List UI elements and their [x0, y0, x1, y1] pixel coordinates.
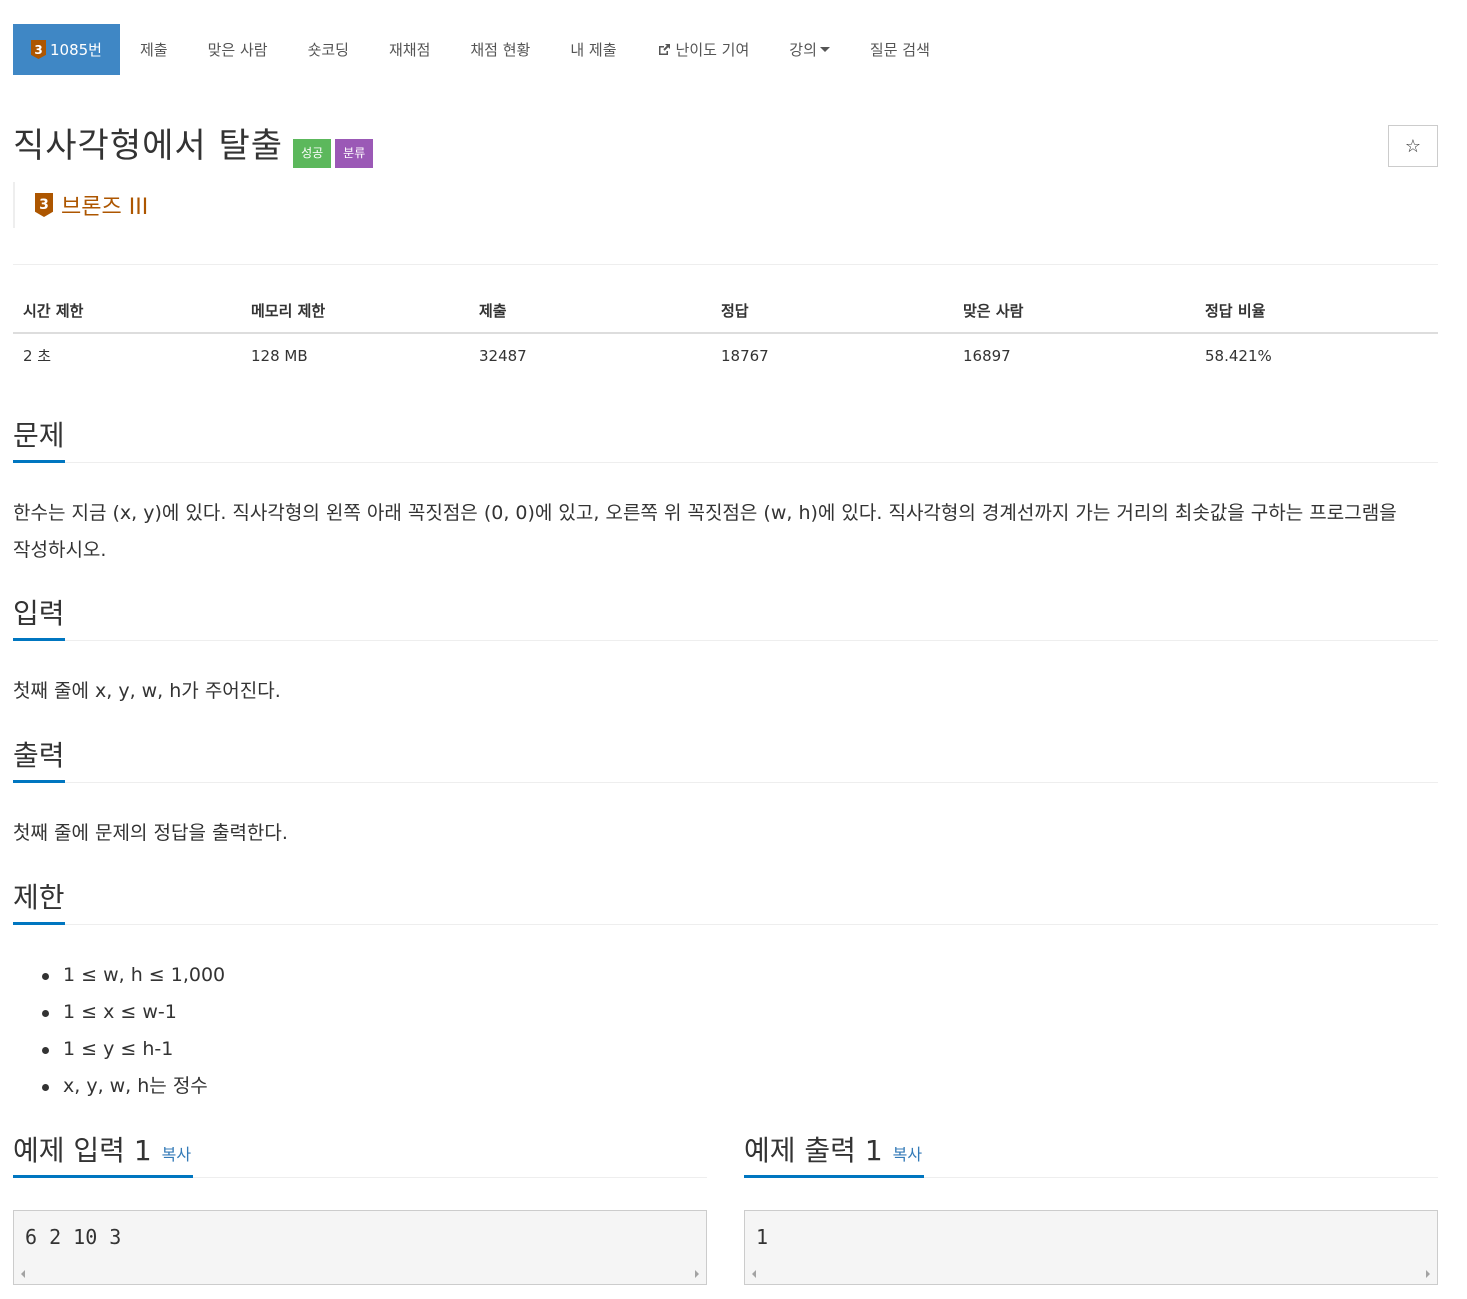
- horizontal-scrollbar[interactable]: [15, 1265, 705, 1283]
- title-row: 직사각형에서 탈출 성공 분류: [13, 124, 374, 168]
- nav-difficulty-contribution[interactable]: 난이도 기여: [637, 24, 770, 75]
- bronze-tier-icon: 3: [31, 40, 46, 59]
- tier-name[interactable]: 브론즈 III: [61, 189, 148, 221]
- divider: [13, 264, 1438, 265]
- page-title: 직사각형에서 탈출: [13, 126, 284, 166]
- scroll-right-icon[interactable]: [1426, 1270, 1430, 1278]
- nav-difficulty-label: 난이도 기여: [675, 41, 750, 59]
- scroll-left-icon[interactable]: [21, 1270, 25, 1278]
- nav-submit[interactable]: 제출: [120, 24, 188, 75]
- description-line: 작성하시오.: [13, 539, 107, 561]
- time-limit-value: 2 초: [23, 347, 52, 365]
- header-memory-limit: 메모리 제한: [241, 288, 469, 334]
- horizontal-scrollbar[interactable]: [746, 1265, 1436, 1283]
- nav-problem-number[interactable]: 3 1085번: [13, 24, 120, 75]
- sample-header: 예제 입력 1 복사: [13, 1132, 707, 1178]
- copy-output-button[interactable]: 복사: [893, 1141, 922, 1165]
- bronze-tier-icon: 3: [35, 193, 53, 217]
- section-title: 문제: [13, 419, 65, 463]
- header-accepted: 정답: [711, 288, 953, 334]
- sample-input-content: 6 2 10 3: [25, 1225, 122, 1249]
- table-row: 2 초 128 MB 32487 18767 16897 58.421%: [13, 333, 1438, 377]
- nav-problem-label: 1085번: [50, 41, 102, 59]
- description-line: 한수는 지금 (x, y)에 있다. 직사각형의 왼쪽 아래 꼭짓점은 (0, …: [13, 502, 1397, 524]
- list-item: 1 ≤ w, h ≤ 1,000: [13, 957, 1438, 994]
- nav-my-submissions[interactable]: 내 제출: [550, 24, 636, 75]
- section-title: 입력: [13, 597, 65, 641]
- input-description: 첫째 줄에 x, y, w, h가 주어진다.: [13, 673, 1438, 710]
- limits-list: 1 ≤ w, h ≤ 1,000 1 ≤ x ≤ w-1 1 ≤ y ≤ h-1…: [13, 957, 1438, 1105]
- nav-lectures-dropdown[interactable]: 강의: [769, 24, 850, 75]
- problem-description: 한수는 지금 (x, y)에 있다. 직사각형의 왼쪽 아래 꼭짓점은 (0, …: [13, 495, 1438, 569]
- sample-output-box[interactable]: 1: [744, 1210, 1438, 1285]
- problem-info-table: 시간 제한 메모리 제한 제출 정답 맞은 사람 정답 비율 2 초 128 M…: [13, 288, 1438, 377]
- nav-lectures-label: 강의: [789, 41, 817, 59]
- input-section: 입력 첫째 줄에 x, y, w, h가 주어진다.: [13, 597, 1438, 710]
- scroll-right-icon[interactable]: [695, 1270, 699, 1278]
- external-link-icon: [657, 43, 671, 57]
- nav-status[interactable]: 채점 현황: [450, 24, 550, 75]
- problem-description-section: 문제 한수는 지금 (x, y)에 있다. 직사각형의 왼쪽 아래 꼭짓점은 (…: [13, 419, 1438, 569]
- header-accepted-users: 맞은 사람: [953, 288, 1195, 334]
- sample-input-box[interactable]: 6 2 10 3: [13, 1210, 707, 1285]
- nav-short-coding[interactable]: 숏코딩: [288, 24, 369, 75]
- sample-title-wrap: 예제 출력 1 복사: [744, 1132, 925, 1178]
- header-time-limit: 시간 제한: [13, 288, 241, 334]
- problem-menu: 3 1085번 제출 맞은 사람 숏코딩 재채점 채점 현황 내 제출 난이도 …: [13, 24, 950, 75]
- limits-section: 제한 1 ≤ w, h ≤ 1,000 1 ≤ x ≤ w-1 1 ≤ y ≤ …: [13, 881, 1438, 1105]
- sample-input-section: 예제 입력 1 복사 6 2 10 3: [13, 1132, 707, 1285]
- memory-limit-value: 128 MB: [251, 346, 308, 365]
- caret-down-icon: [819, 47, 830, 52]
- section-title: 출력: [13, 739, 65, 783]
- success-label[interactable]: 성공: [293, 139, 332, 168]
- tier-block: 3 브론즈 III: [13, 182, 148, 228]
- section-header: 제한: [13, 881, 1438, 925]
- sample-output-content: 1: [756, 1225, 769, 1249]
- header-submissions: 제출: [469, 288, 711, 334]
- copy-input-button[interactable]: 복사: [162, 1141, 191, 1165]
- accepted-value: 18767: [721, 346, 769, 365]
- section-header: 출력: [13, 739, 1438, 783]
- table-header-row: 시간 제한 메모리 제한 제출 정답 맞은 사람 정답 비율: [13, 288, 1438, 334]
- header-accept-ratio: 정답 비율: [1195, 288, 1438, 334]
- sample-title-wrap: 예제 입력 1 복사: [13, 1132, 194, 1178]
- section-title: 제한: [13, 881, 65, 925]
- section-header: 문제: [13, 419, 1438, 463]
- nav-rejudge[interactable]: 재채점: [369, 24, 450, 75]
- sample-header: 예제 출력 1 복사: [744, 1132, 1438, 1178]
- output-section: 출력 첫째 줄에 문제의 정답을 출력한다.: [13, 739, 1438, 852]
- list-item: 1 ≤ x ≤ w-1: [13, 994, 1438, 1031]
- scroll-left-icon[interactable]: [752, 1270, 756, 1278]
- sample-output-title: 예제 출력 1: [744, 1134, 883, 1167]
- list-item: 1 ≤ y ≤ h-1: [13, 1031, 1438, 1068]
- nav-question-search[interactable]: 질문 검색: [850, 24, 950, 75]
- accept-ratio-value: 58.421%: [1205, 346, 1272, 365]
- category-label[interactable]: 분류: [335, 139, 374, 168]
- input-text: 첫째 줄에 x, y, w, h가 주어진다.: [13, 680, 281, 702]
- submissions-value: 32487: [479, 346, 527, 365]
- list-item: x, y, w, h는 정수: [13, 1068, 1438, 1105]
- sample-output-section: 예제 출력 1 복사 1: [744, 1132, 1438, 1285]
- nav-accepted-users[interactable]: 맞은 사람: [188, 24, 288, 75]
- accepted-users-value: 16897: [963, 346, 1011, 365]
- output-text: 첫째 줄에 문제의 정답을 출력한다.: [13, 822, 288, 844]
- section-header: 입력: [13, 597, 1438, 641]
- star-button[interactable]: ☆: [1388, 125, 1438, 167]
- output-description: 첫째 줄에 문제의 정답을 출력한다.: [13, 815, 1438, 852]
- sample-input-title: 예제 입력 1: [13, 1134, 152, 1167]
